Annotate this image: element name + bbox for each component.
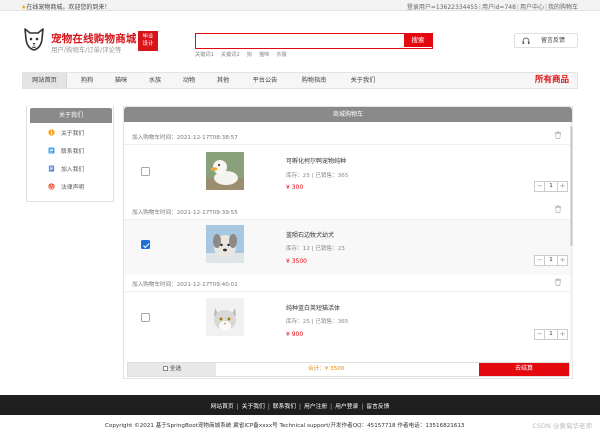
cart-total: 合计：¥ 3500	[308, 366, 345, 372]
decrease-button[interactable]: −	[535, 256, 545, 265]
quantity-value[interactable]: 1	[545, 330, 557, 339]
hot-keywords: 关键词1 关键词2 狗 猫咪 衣服	[195, 51, 294, 58]
nav-item-animals[interactable]: 动物	[172, 73, 206, 88]
dog-logo-icon[interactable]	[22, 26, 46, 52]
product-name[interactable]: 蓝陨石边牧犬幼犬	[286, 230, 334, 239]
trash-icon[interactable]	[554, 205, 562, 213]
cart-item-checkbox[interactable]	[141, 313, 150, 322]
cart-title: 商城购物车	[124, 107, 572, 122]
my-cart-link[interactable]: 我的购物车	[548, 4, 578, 11]
search-box: 搜索	[195, 33, 433, 49]
cart-item-checkbox[interactable]	[141, 240, 150, 249]
trash-icon[interactable]	[554, 278, 562, 286]
product-stock-info: 库存：25 | 已销售：365	[286, 319, 349, 325]
nav-item-shopping-guide[interactable]: 购物指南	[291, 73, 337, 88]
cart-footer: 全选 合计：¥ 3500 去结算	[127, 362, 570, 377]
hotword-link[interactable]: 关键词1	[195, 52, 214, 58]
sidebar-item-legal[interactable]: 法律声明	[27, 180, 115, 195]
info-circle-icon	[48, 129, 55, 136]
product-price: ¥ 300	[286, 184, 304, 191]
all-products-link[interactable]: 所有商品	[535, 73, 569, 88]
sidebar-item-about[interactable]: 关于我们	[27, 126, 115, 141]
increase-button[interactable]: +	[557, 182, 567, 191]
cart-item-time: 加入购物车时间：2021-12-17T09:39:55	[132, 210, 238, 216]
welcome-text: ★在线宠物商城，欢迎您的到来！	[21, 4, 111, 11]
graduation-badge: 毕业 设计	[138, 31, 158, 51]
product-name[interactable]: 可孵化柯尔鸭宠物纯种	[286, 156, 346, 165]
nav-item-home[interactable]: 网站首页	[23, 73, 67, 88]
increase-button[interactable]: +	[557, 256, 567, 265]
copyright-text: Copyright ©2021 基于SpringBoot宠物商城系统 冀省ICP…	[105, 423, 465, 429]
user-id-link[interactable]: 用户id=748	[482, 4, 516, 11]
top-bar: ★在线宠物商城，欢迎您的到来！ 登录用户=13622334455|用户id=74…	[0, 0, 600, 11]
nav-item-cats[interactable]: 猫咪	[104, 73, 138, 88]
checkout-button[interactable]: 去结算	[479, 363, 569, 376]
trash-icon[interactable]	[554, 131, 562, 139]
product-price: ¥ 900	[286, 331, 304, 338]
headset-icon	[522, 37, 530, 44]
footer-links: 网站首页 | 关于我们 | 联系我们 | 用户注册 | 用户登录 | 留言反馈	[210, 404, 390, 410]
nav-item-aquarium[interactable]: 水族	[138, 73, 172, 88]
user-links: 登录用户=13622334455|用户id=748|用户中心|我的购物车	[406, 4, 578, 11]
decrease-button[interactable]: −	[535, 330, 545, 339]
site-title[interactable]: 宠物在线购物商城	[51, 31, 137, 46]
product-stock-info: 库存：12 | 已销售：23	[286, 246, 345, 252]
search-button[interactable]: 搜索	[404, 34, 432, 47]
login-user-link[interactable]: 登录用户=13622334455	[407, 4, 478, 11]
contact-card-icon	[48, 147, 55, 154]
nav-item-announcements[interactable]: 平台公告	[242, 73, 288, 88]
shopping-cart: 商城购物车 加入购物车时间：2021-12-17T08:38:57 可孵化柯尔鸭…	[123, 106, 573, 379]
checkbox-icon	[162, 365, 168, 371]
join-doc-icon	[48, 165, 55, 172]
nav-item-dogs[interactable]: 狗狗	[70, 73, 104, 88]
hotword-link[interactable]: 关键词2	[221, 52, 240, 58]
quantity-stepper: − 1 +	[534, 181, 568, 192]
cart-item-time: 加入购物车时间：2021-12-17T09:40:01	[132, 282, 238, 288]
hotword-link[interactable]: 狗	[247, 52, 252, 58]
csdn-watermark: CSDN @黄菊华老师	[532, 422, 592, 430]
nav-item-other[interactable]: 其他	[206, 73, 240, 88]
footer-link-contact[interactable]: 联系我们	[273, 404, 296, 410]
cart-item-time: 加入购物车时间：2021-12-17T08:38:57	[132, 135, 238, 141]
product-stock-info: 库存：25 | 已销售：365	[286, 173, 349, 179]
message-feedback-button[interactable]: 留言反馈	[514, 33, 578, 48]
sidebar-item-contact[interactable]: 联系我们	[27, 144, 115, 159]
product-image-kitten[interactable]	[206, 298, 244, 336]
cart-item-checkbox[interactable]	[141, 167, 150, 176]
decrease-button[interactable]: −	[535, 182, 545, 191]
quantity-value[interactable]: 1	[545, 256, 557, 265]
sidebar-item-join[interactable]: 加入我们	[27, 162, 115, 177]
user-center-link[interactable]: 用户中心	[520, 4, 544, 11]
product-image-puppy[interactable]	[206, 225, 244, 263]
hotword-link[interactable]: 猫咪	[259, 52, 269, 58]
quantity-value[interactable]: 1	[545, 182, 557, 191]
increase-button[interactable]: +	[557, 330, 567, 339]
footer-link-feedback[interactable]: 留言反馈	[366, 404, 389, 410]
hotword-link[interactable]: 衣服	[276, 52, 286, 58]
quantity-stepper: − 1 +	[534, 329, 568, 340]
footer-link-about[interactable]: 关于我们	[242, 404, 265, 410]
site-subtitle: 用户/购物车/订单/评论等	[51, 46, 122, 54]
search-input[interactable]	[196, 34, 404, 47]
power-icon	[48, 183, 55, 190]
sidebar-title: 关于我们	[30, 108, 112, 123]
product-price: ¥ 3500	[286, 258, 307, 265]
footer-link-login[interactable]: 用户登录	[335, 404, 358, 410]
footer-link-register[interactable]: 用户注册	[304, 404, 327, 410]
quantity-stepper: − 1 +	[534, 255, 568, 266]
main-nav: 网站首页 狗狗 猫咪 水族 动物 其他 平台公告 购物指南 关于我们 所有商品	[22, 72, 578, 89]
sidebar: 关于我们 关于我们 联系我们 加入我们 法律声明	[26, 106, 114, 202]
product-name[interactable]: 纯种蓝白英短猫活体	[286, 303, 340, 312]
cart-scrollbar[interactable]	[570, 122, 573, 362]
select-all-checkbox[interactable]: 全选	[128, 363, 216, 376]
nav-item-about[interactable]: 关于我们	[340, 73, 386, 88]
footer-link-home[interactable]: 网站首页	[211, 404, 234, 410]
product-image-duck[interactable]	[206, 152, 244, 190]
